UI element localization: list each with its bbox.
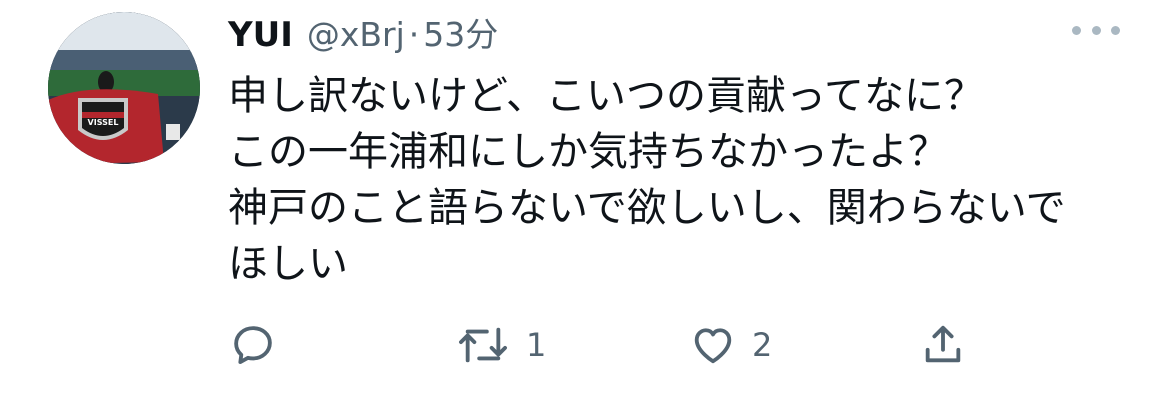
- more-options-icon[interactable]: [1072, 20, 1120, 40]
- tweet-line: この一年浦和にしか気持ちなかったよ？: [228, 129, 948, 175]
- author-name[interactable]: YUI: [228, 15, 293, 55]
- share-button[interactable]: [920, 318, 966, 372]
- heart-icon: [694, 328, 732, 364]
- reply-icon: [234, 326, 272, 364]
- tweet-header: YUI @xBrj · 53分: [228, 8, 498, 58]
- separator-dot: ·: [408, 15, 420, 54]
- retweet-icon: [459, 327, 507, 363]
- like-button[interactable]: 2: [690, 318, 772, 372]
- svg-text:VISSEL: VISSEL: [88, 118, 119, 127]
- like-count: 2: [752, 326, 773, 364]
- tweet-text: 申し訳ないけど、こいつの貢献ってなに？ この一年浦和にしか気持ちなかったよ？ 神…: [228, 68, 1138, 292]
- tweet-actions: 1 2: [0, 318, 1170, 372]
- tweet[interactable]: VISSEL YUI @xBrj · 53分 申し訳ないけど、こいつの貢献ってな…: [0, 0, 1170, 416]
- tweet-line: ほしい: [228, 241, 348, 287]
- reply-button[interactable]: [230, 318, 276, 372]
- retweet-count: 1: [526, 326, 547, 364]
- tweet-time[interactable]: 53分: [423, 8, 498, 56]
- author-handle[interactable]: @xBrj: [307, 15, 405, 54]
- retweet-button[interactable]: 1: [456, 318, 546, 372]
- avatar-photo: VISSEL: [48, 12, 200, 164]
- share-icon: [925, 325, 961, 363]
- tweet-line: 申し訳ないけど、こいつの貢献ってなに？: [228, 73, 984, 119]
- tweet-line: 神戸のこと語らないで欲しいし、関わらないで: [228, 185, 1066, 231]
- avatar[interactable]: VISSEL: [48, 12, 200, 164]
